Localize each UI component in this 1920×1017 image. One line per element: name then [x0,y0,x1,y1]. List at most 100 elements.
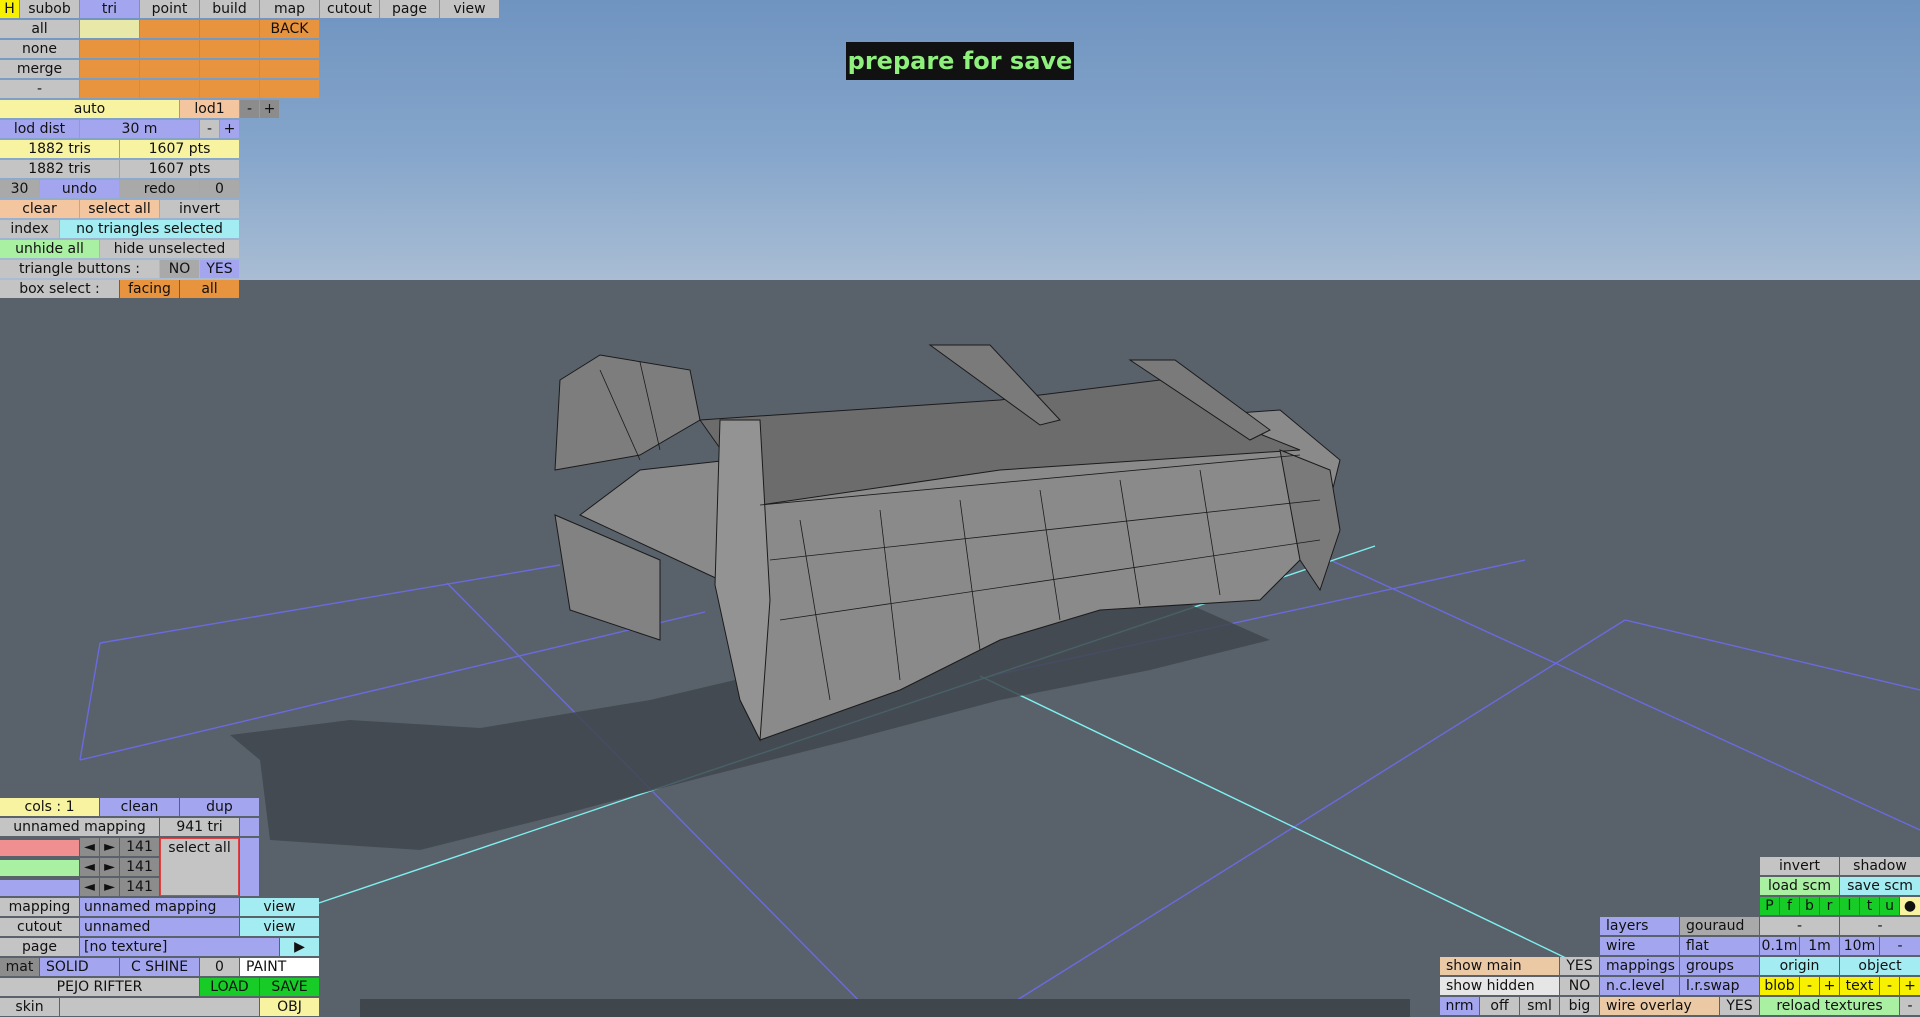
group-slot[interactable] [200,40,259,58]
big-button[interactable]: big [1560,997,1599,1015]
dot-button[interactable]: ● [1900,897,1920,915]
shine-button[interactable]: C SHINE [120,958,199,976]
wire-button[interactable]: wire [1600,937,1679,955]
lod-prev-button[interactable]: - [240,100,259,118]
blob-minus-button[interactable]: - [1800,977,1819,995]
dash-button-1[interactable]: - [1760,917,1839,935]
invert-button[interactable]: invert [1760,857,1839,875]
blue-dec-button[interactable]: ◄ [80,878,99,896]
redo-button[interactable]: redo [120,180,199,198]
triangle-buttons-no[interactable]: NO [160,260,199,278]
select-none-button[interactable]: none [0,40,79,58]
view-p-button[interactable]: P [1760,897,1779,915]
select-all-button[interactable]: all [0,20,79,38]
color-select-all-button[interactable]: select all [160,838,239,896]
load-button[interactable]: LOAD [200,978,259,996]
group-slot[interactable] [260,80,319,98]
off-button[interactable]: off [1480,997,1519,1015]
grid-01m-button[interactable]: 0.1m [1760,937,1799,955]
text-plus-button[interactable]: + [1900,977,1920,995]
lod-name[interactable]: lod1 [180,100,239,118]
dash-button-2[interactable]: - [1840,917,1920,935]
merge-button[interactable]: merge [0,60,79,78]
cutout-view-button[interactable]: view [240,918,319,936]
page-select[interactable]: [no texture] [80,938,279,956]
show-hidden-toggle[interactable]: NO [1560,977,1599,995]
blue-inc-button[interactable]: ► [100,878,119,896]
box-select-all[interactable]: all [180,280,239,298]
view-f-button[interactable]: f [1780,897,1799,915]
box-select-facing[interactable]: facing [120,280,179,298]
help-button[interactable]: H [0,0,19,18]
flat-button[interactable]: flat [1680,937,1759,955]
green-dec-button[interactable]: ◄ [80,858,99,876]
view-r-button[interactable]: r [1820,897,1839,915]
wire-overlay-toggle[interactable]: YES [1720,997,1759,1015]
lod-auto-button[interactable]: auto [0,100,179,118]
nrm-button[interactable]: nrm [1440,997,1479,1015]
group-slot[interactable] [80,40,139,58]
menu-page[interactable]: page [380,0,439,18]
grid-off-button[interactable]: - [1880,937,1920,955]
dup-button[interactable]: dup [180,798,259,816]
red-dec-button[interactable]: ◄ [80,838,99,856]
group-slot[interactable] [200,80,259,98]
green-slider[interactable] [0,860,79,876]
object-button[interactable]: object [1840,957,1920,975]
reload-minus-button[interactable]: - [1900,997,1920,1015]
hide-unselected-button[interactable]: hide unselected [100,240,239,258]
origin-button[interactable]: origin [1760,957,1839,975]
lod-dist-minus[interactable]: - [200,120,219,138]
view-u-button[interactable]: u [1880,897,1899,915]
clear-selection-button[interactable]: clear [0,200,79,218]
index-button[interactable]: index [0,220,59,238]
group-slot[interactable] [260,40,319,58]
obj-button[interactable]: OBJ [260,998,319,1016]
paint-button[interactable]: PAINT [240,958,319,976]
menu-point[interactable]: point [140,0,199,18]
color-scroll[interactable] [240,838,259,896]
group-slot[interactable] [200,60,259,78]
lr-swap-button[interactable]: l.r.swap [1680,977,1759,995]
group-slot[interactable] [80,60,139,78]
red-slider[interactable] [0,840,79,856]
shadow-button[interactable]: shadow [1840,857,1920,875]
text-minus-button[interactable]: - [1880,977,1899,995]
menu-build[interactable]: build [200,0,259,18]
green-inc-button[interactable]: ► [100,858,119,876]
blob-plus-button[interactable]: + [1820,977,1839,995]
show-main-toggle[interactable]: YES [1560,957,1599,975]
gouraud-button[interactable]: gouraud [1680,917,1759,935]
save-scm-button[interactable]: save scm [1840,877,1920,895]
mappings-button[interactable]: mappings [1600,957,1679,975]
view-l-button[interactable]: l [1840,897,1859,915]
timeline-scrollbar[interactable] [360,999,1410,1017]
menu-view[interactable]: view [440,0,499,18]
triangle-buttons-yes[interactable]: YES [200,260,239,278]
lod-dist-plus[interactable]: + [220,120,239,138]
back-button[interactable]: BACK [260,20,319,38]
skin-field[interactable] [60,998,259,1016]
lod-dist-value[interactable]: 30 m [80,120,199,138]
group-slot[interactable] [140,60,199,78]
invert-selection-button[interactable]: invert [160,200,239,218]
load-scm-button[interactable]: load scm [1760,877,1839,895]
grid-10m-button[interactable]: 10m [1840,937,1879,955]
menu-map[interactable]: map [260,0,319,18]
solid-button[interactable]: SOLID [40,958,119,976]
groups-button[interactable]: groups [1680,957,1759,975]
grid-1m-button[interactable]: 1m [1800,937,1839,955]
viewport-3d[interactable] [0,0,1920,1017]
view-t-button[interactable]: t [1860,897,1879,915]
cutout-select[interactable]: unnamed [80,918,239,936]
group-slot[interactable] [260,60,319,78]
undo-button[interactable]: undo [40,180,119,198]
mapping-select[interactable]: unnamed mapping [80,898,239,916]
nc-level-button[interactable]: n.c.level [1600,977,1679,995]
group-slot[interactable] [80,80,139,98]
mapping-view-button[interactable]: view [240,898,319,916]
layers-button[interactable]: layers [1600,917,1679,935]
sml-button[interactable]: sml [1520,997,1559,1015]
clean-button[interactable]: clean [100,798,179,816]
red-inc-button[interactable]: ► [100,838,119,856]
